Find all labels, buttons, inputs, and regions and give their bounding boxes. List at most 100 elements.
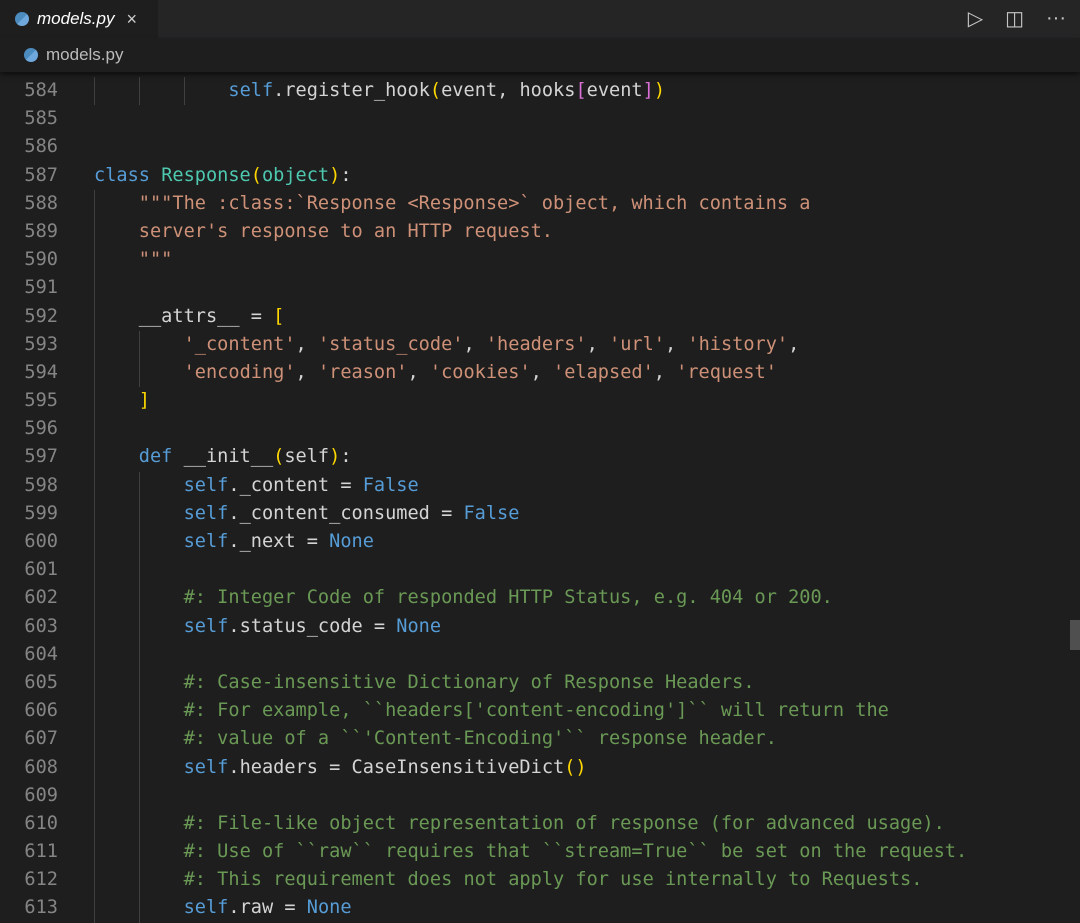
code-line: 601 bbox=[0, 556, 1070, 585]
code-token: object bbox=[261, 164, 330, 186]
code-token: self bbox=[228, 80, 274, 101]
code-line: 605 #: Case-insensitive Dictionary of Res… bbox=[0, 668, 1070, 698]
code-token: self bbox=[183, 897, 229, 919]
close-icon[interactable]: × bbox=[126, 9, 137, 30]
indent-guide bbox=[138, 697, 140, 726]
code-token: False bbox=[362, 474, 419, 496]
indent-guide bbox=[94, 302, 95, 331]
code-text: """ bbox=[139, 246, 173, 274]
code-text: class Response(object): bbox=[94, 162, 352, 190]
code-token: 'history' bbox=[687, 333, 789, 355]
indent-guide bbox=[94, 330, 95, 359]
code-token: .status_code = bbox=[228, 615, 397, 637]
code-token: self bbox=[183, 615, 229, 637]
breadcrumb: models.py bbox=[0, 38, 1080, 72]
code-token: 'elapsed' bbox=[553, 361, 654, 383]
line-number: 607 bbox=[24, 728, 58, 750]
code-token: 'status_code' bbox=[317, 333, 464, 355]
indent-guide bbox=[94, 809, 95, 839]
code-editor[interactable]: 584 self.register_hook(event, hooks[event… bbox=[0, 77, 1070, 923]
code-token: Response bbox=[161, 164, 251, 186]
indent-guide bbox=[138, 838, 140, 867]
indent-guide bbox=[94, 584, 95, 613]
code-token: #: File-like object representation of re… bbox=[183, 812, 945, 834]
code-line: 604 bbox=[0, 640, 1070, 669]
code-text: #: Case-insensitive Dictionary of Respon… bbox=[184, 669, 755, 697]
code-token: #: Case-insensitive Dictionary of Respon… bbox=[183, 671, 755, 693]
tab-models-py[interactable]: models.py × bbox=[0, 0, 158, 38]
more-actions-icon[interactable]: ··· bbox=[1046, 7, 1066, 30]
code-text: def __init__(self): bbox=[139, 443, 352, 471]
code-line: 609 bbox=[0, 781, 1070, 810]
code-text: """The :class:`Response <Response>` obje… bbox=[139, 190, 811, 218]
code-token: __attrs__ = bbox=[138, 305, 274, 327]
line-number: 606 bbox=[24, 700, 58, 722]
code-token: , bbox=[788, 333, 800, 355]
code-text: #: Integer Code of responded HTTP Status… bbox=[184, 584, 833, 612]
code-line: 589 server's response to an HTTP request. bbox=[0, 217, 1070, 247]
line-number: 603 bbox=[24, 615, 58, 637]
code-token: """ bbox=[138, 249, 173, 271]
code-token: ._content = bbox=[228, 474, 363, 496]
line-number: 585 bbox=[24, 108, 58, 130]
code-line: 613 self.raw = None bbox=[0, 894, 1070, 923]
line-number: 597 bbox=[24, 446, 58, 468]
code-token: self bbox=[183, 756, 229, 778]
line-number: 610 bbox=[24, 812, 58, 834]
code-token: ._content_consumed = bbox=[228, 502, 464, 524]
code-token: , bbox=[664, 333, 688, 355]
code-line: 603 self.status_code = None bbox=[0, 612, 1070, 641]
indent-guide bbox=[183, 77, 185, 106]
indent-guide bbox=[138, 781, 140, 810]
line-number: 612 bbox=[24, 869, 58, 891]
code-text: self._content_consumed = False bbox=[184, 500, 520, 528]
indent-guide bbox=[138, 471, 140, 500]
indent-guide bbox=[94, 781, 95, 810]
code-line: 612 #: This requirement does not apply fo… bbox=[0, 866, 1070, 895]
indent-guide bbox=[94, 499, 95, 528]
code-token: : bbox=[340, 446, 352, 468]
code-text: self.raw = None bbox=[184, 894, 352, 922]
indent-guide bbox=[138, 499, 140, 528]
code-line: 597 def __init__(self): bbox=[0, 443, 1070, 472]
code-token: , bbox=[407, 361, 430, 383]
line-number: 599 bbox=[24, 502, 58, 524]
indent-guide bbox=[94, 838, 95, 867]
indent-guide bbox=[94, 189, 95, 218]
code-token: ) bbox=[329, 164, 341, 186]
indent-guide bbox=[94, 725, 95, 754]
code-text: 'encoding', 'reason', 'cookies', 'elapse… bbox=[184, 359, 777, 387]
code-token: #: Integer Code of responded HTTP Status… bbox=[183, 587, 833, 609]
indent-guide bbox=[138, 528, 140, 557]
indent-guide bbox=[94, 217, 95, 247]
code-line: 584 self.register_hook(event, hooks[event… bbox=[0, 77, 1070, 106]
code-token: , bbox=[586, 333, 609, 355]
split-editor-icon[interactable]: ◫ bbox=[1005, 6, 1024, 31]
indent-guide bbox=[94, 246, 95, 275]
code-token: False bbox=[463, 502, 520, 524]
code-token: 'cookies' bbox=[429, 361, 531, 383]
scrollbar-thumb[interactable] bbox=[1070, 620, 1080, 650]
indent-guide bbox=[94, 866, 95, 895]
line-number: 588 bbox=[24, 192, 58, 214]
code-line: 606 #: For example, ``headers['content-en… bbox=[0, 697, 1070, 726]
code-token: ._next = bbox=[228, 531, 330, 552]
code-token: 'reason' bbox=[317, 361, 408, 383]
code-line: 598 self._content = False bbox=[0, 471, 1070, 500]
code-token: .register_hook bbox=[273, 80, 430, 101]
code-token: ) bbox=[329, 446, 341, 468]
indent-guide bbox=[94, 668, 95, 698]
code-token: event bbox=[586, 80, 643, 101]
line-number: 594 bbox=[24, 361, 58, 383]
breadcrumb-item-models-py[interactable]: models.py bbox=[46, 45, 123, 65]
code-line: 591 bbox=[0, 274, 1070, 303]
run-icon[interactable]: ▷ bbox=[968, 6, 983, 31]
indent-guide bbox=[138, 612, 140, 641]
indent-guide bbox=[138, 668, 140, 698]
code-token: #: Use of ``raw`` requires that ``stream… bbox=[183, 841, 968, 863]
code-line: 600 self._next = None bbox=[0, 528, 1070, 557]
indent-guide bbox=[138, 584, 140, 613]
indent-guide bbox=[94, 387, 95, 416]
code-line: 590 """ bbox=[0, 246, 1070, 275]
